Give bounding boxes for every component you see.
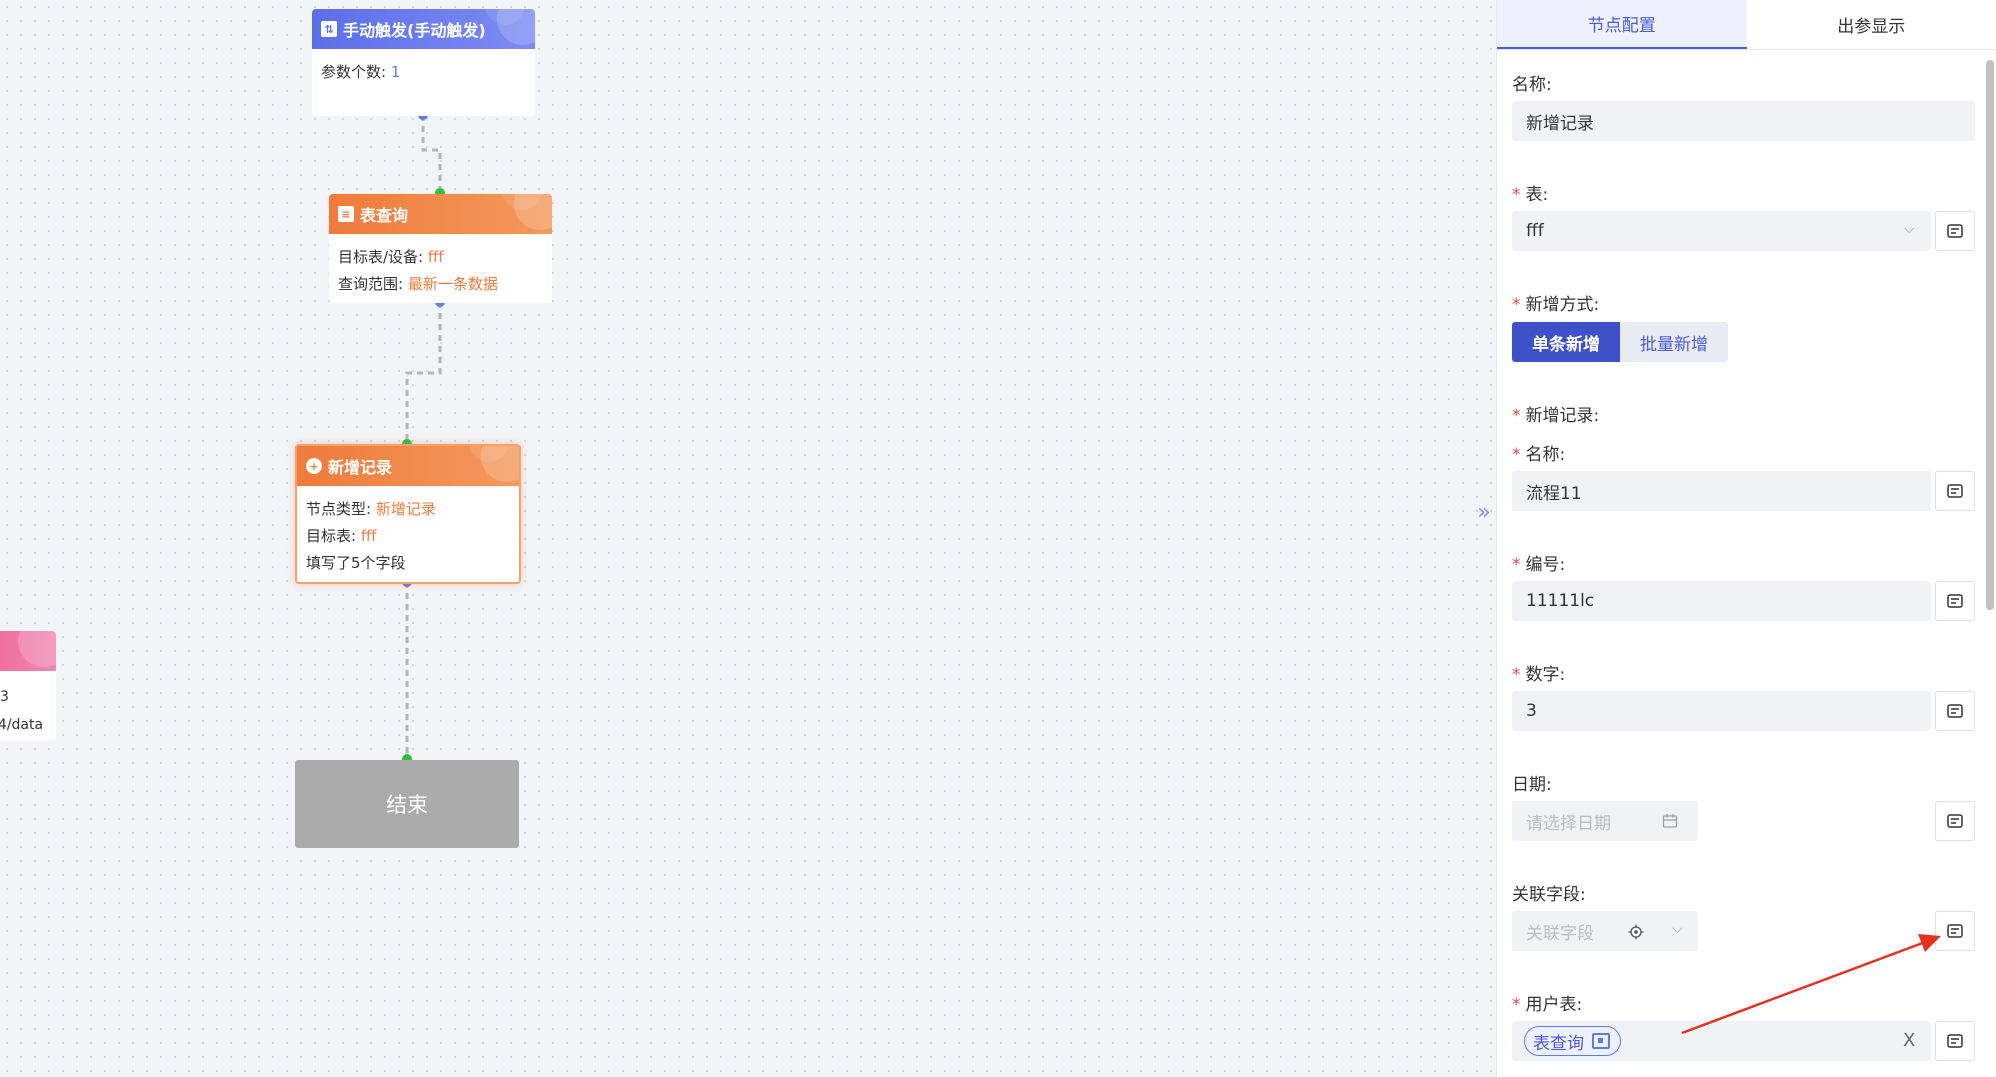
table-source-button[interactable] bbox=[1935, 211, 1975, 251]
calendar-icon bbox=[1662, 814, 1678, 828]
single-add-option[interactable]: 单条新增 bbox=[1512, 322, 1620, 362]
query-range-value: 最新一条数据 bbox=[407, 275, 498, 293]
user-table-tag-label: 表查询 bbox=[1533, 1033, 1584, 1054]
panel-scrollbar[interactable] bbox=[1986, 60, 1994, 610]
plus-circle-icon: + bbox=[306, 458, 322, 474]
table-select[interactable]: fff bbox=[1512, 211, 1931, 251]
add-record-node-title: 新增记录 bbox=[328, 458, 393, 477]
note-icon bbox=[1947, 814, 1963, 828]
node-type-value: 新增记录 bbox=[375, 500, 436, 518]
user-table-tag[interactable]: 表查询 bbox=[1524, 1026, 1621, 1056]
add-record-node-header: + 新增记录 bbox=[297, 446, 519, 486]
trigger-node-title: 手动触发(手动触发) bbox=[343, 21, 486, 40]
target-table-value: fff bbox=[360, 527, 377, 545]
param-count-label: 参数个数: bbox=[321, 63, 387, 81]
table-select-value: fff bbox=[1526, 221, 1544, 241]
related-field-label: 关联字段: bbox=[1512, 885, 1586, 905]
clear-icon[interactable]: X bbox=[1903, 1030, 1915, 1051]
chevron-down-icon: ⌵ bbox=[1672, 921, 1683, 937]
node-type-label: 节点类型: bbox=[306, 500, 372, 518]
note-icon bbox=[1947, 1034, 1963, 1048]
related-field-select[interactable]: 关联字段 bbox=[1512, 911, 1698, 951]
user-table-label: * 用户表: bbox=[1512, 995, 1583, 1015]
param-count-value: 1 bbox=[390, 63, 401, 81]
query-node-title: 表查询 bbox=[360, 206, 409, 225]
record-date-source-button[interactable] bbox=[1935, 801, 1975, 841]
record-section-label: * 新增记录: bbox=[1512, 406, 1600, 426]
double-chevron-right-icon[interactable]: » bbox=[1474, 500, 1494, 525]
record-code-source-button[interactable] bbox=[1935, 581, 1975, 621]
name-label: 名称: bbox=[1512, 75, 1552, 95]
record-name-label: * 名称: bbox=[1512, 445, 1566, 465]
flow-canvas[interactable]: ⇅ 手动触发(手动触发) 参数个数: 1 ≡ 表查询 目标表/设备: fff 查… bbox=[0, 0, 1496, 1077]
query-node[interactable]: ≡ 表查询 目标表/设备: fff 查询范围: 最新一条数据 bbox=[329, 194, 552, 303]
note-icon bbox=[1947, 484, 1963, 498]
add-record-node-body: 节点类型: 新增记录 目标表: fff 填写了5个字段 bbox=[297, 486, 519, 582]
name-field[interactable]: 新增记录 bbox=[1512, 101, 1975, 141]
partial-node-body: 3 34/data bbox=[0, 671, 56, 739]
add-record-node[interactable]: + 新增记录 节点类型: 新增记录 目标表: fff 填写了5个字段 bbox=[295, 444, 521, 584]
tab-node-config[interactable]: 节点配置 bbox=[1497, 0, 1747, 49]
partial-node-line1: 3 bbox=[0, 689, 9, 705]
note-icon bbox=[1947, 704, 1963, 718]
record-number-source-button[interactable] bbox=[1935, 691, 1975, 731]
trigger-node[interactable]: ⇅ 手动触发(手动触发) 参数个数: 1 bbox=[312, 9, 535, 116]
target-table-label: 目标表: bbox=[306, 527, 357, 545]
query-node-header: ≡ 表查询 bbox=[329, 194, 552, 234]
panel-tabs: 节点配置 出参显示 bbox=[1497, 0, 1996, 50]
tab-output-display[interactable]: 出参显示 bbox=[1747, 0, 1996, 49]
record-code-label: * 编号: bbox=[1512, 555, 1566, 575]
query-range-label: 查询范围: bbox=[338, 275, 404, 293]
table-list-icon: ≡ bbox=[338, 206, 354, 222]
record-date-label: 日期: bbox=[1512, 775, 1552, 795]
record-code-field[interactable]: 11111lc bbox=[1512, 581, 1931, 621]
note-icon bbox=[1947, 594, 1963, 608]
end-node-label: 结束 bbox=[386, 793, 428, 817]
trigger-node-header: ⇅ 手动触发(手动触发) bbox=[312, 9, 535, 49]
flow-connectors bbox=[402, 110, 445, 764]
table-label: * 表: bbox=[1512, 185, 1549, 205]
batch-add-option[interactable]: 批量新增 bbox=[1620, 322, 1728, 362]
node-config-panel: 节点配置 出参显示 名称: 新增记录 * 表: fff ⌵ * 新增方式: 单条新增… bbox=[1496, 0, 1996, 1077]
record-name-source-button[interactable] bbox=[1935, 471, 1975, 511]
user-table-source-button[interactable] bbox=[1935, 1021, 1975, 1061]
focus-icon bbox=[1592, 1033, 1610, 1049]
partial-node-header bbox=[0, 631, 56, 671]
trigger-icon: ⇅ bbox=[321, 21, 337, 37]
add-mode-switch: 单条新增 批量新增 bbox=[1512, 322, 1728, 362]
partial-node-line2: 34/data bbox=[0, 717, 44, 733]
record-name-field[interactable]: 流程11 bbox=[1512, 471, 1931, 511]
record-number-label: * 数字: bbox=[1512, 665, 1566, 685]
chevron-down-icon: ⌵ bbox=[1904, 221, 1915, 237]
query-target-value: fff bbox=[427, 248, 444, 266]
trigger-node-body: 参数个数: 1 bbox=[312, 49, 535, 96]
query-target-label: 目标表/设备: bbox=[338, 248, 424, 266]
note-icon bbox=[1947, 924, 1963, 938]
filled-fields-text: 填写了5个字段 bbox=[306, 554, 406, 572]
related-field-source-button[interactable] bbox=[1935, 911, 1975, 951]
locate-icon[interactable] bbox=[1628, 924, 1644, 940]
query-node-body: 目标表/设备: fff 查询范围: 最新一条数据 bbox=[329, 234, 552, 303]
note-icon bbox=[1947, 224, 1963, 238]
add-mode-label: * 新增方式: bbox=[1512, 295, 1600, 315]
partial-node[interactable]: 3 34/data bbox=[0, 631, 56, 741]
record-number-field[interactable]: 3 bbox=[1512, 691, 1931, 731]
end-node[interactable]: 结束 bbox=[295, 760, 519, 848]
